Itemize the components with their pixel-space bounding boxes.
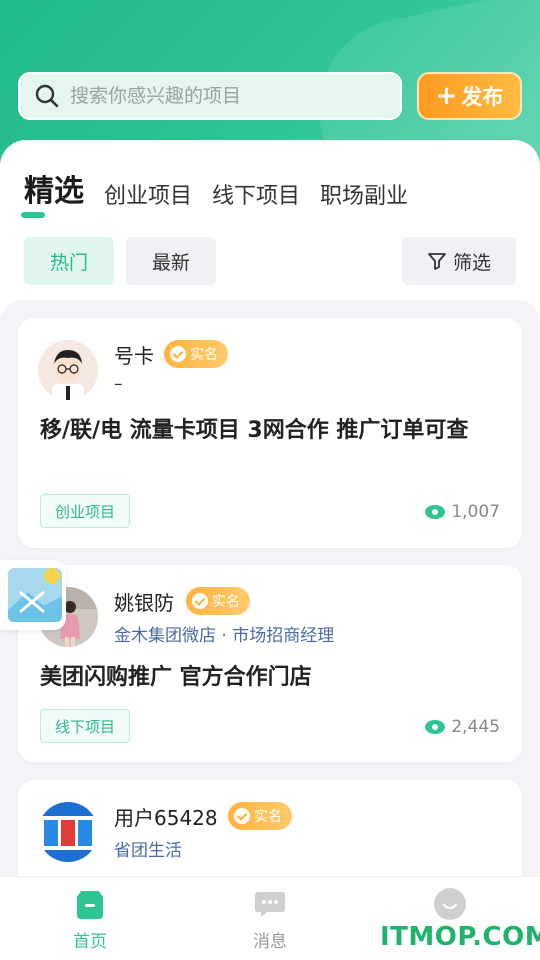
search-icon xyxy=(35,84,59,108)
watermark: ITMOP.COM xyxy=(380,922,540,952)
author-name[interactable]: 用户65428 xyxy=(114,802,218,831)
view-count: 1,007 xyxy=(425,502,500,522)
search-bar[interactable] xyxy=(18,72,402,120)
author-subtitle: 省团生活 xyxy=(114,841,182,861)
home-icon xyxy=(77,891,103,919)
publish-button[interactable]: + 发布 xyxy=(417,72,522,120)
nav-home[interactable]: 首页 xyxy=(30,887,150,952)
latest-filter-chip[interactable]: 最新 xyxy=(126,237,216,285)
eye-icon xyxy=(425,505,446,519)
avatar xyxy=(38,802,98,862)
project-list: 号卡 实名 – 移/联/电 流量卡项目 3网合作 推广订单可查 创业项目 1,0… xyxy=(0,300,540,876)
broken-image-icon xyxy=(8,568,62,622)
verified-icon xyxy=(234,808,250,824)
author-subtitle: 金木集团微店 · 市场招商经理 xyxy=(114,626,335,646)
nav-profile[interactable] xyxy=(390,887,510,927)
tab-side-jobs[interactable]: 职场副业 xyxy=(320,178,408,210)
author-name[interactable]: 姚银防 xyxy=(114,587,174,616)
verified-label: 实名 xyxy=(190,347,218,363)
view-count-value: 1,007 xyxy=(451,502,500,522)
author-subtitle: – xyxy=(114,374,123,394)
project-title[interactable]: 美团闪购推广 官方合作门店 xyxy=(40,661,500,694)
avatar-illustration xyxy=(38,340,98,400)
active-tab-indicator xyxy=(21,212,45,218)
verified-icon xyxy=(192,593,208,609)
project-title[interactable]: 移/联/电 流量卡项目 3网合作 推广订单可查 xyxy=(40,414,500,447)
author-name[interactable]: 号卡 xyxy=(114,340,154,369)
tab-featured[interactable]: 精选 xyxy=(24,166,84,210)
funnel-icon xyxy=(428,253,446,270)
plus-icon: + xyxy=(435,81,458,111)
verified-label: 实名 xyxy=(254,809,282,825)
category-tag: 创业项目 xyxy=(40,494,131,528)
category-tabs: 精选 创业项目 线下项目 职场副业 xyxy=(24,166,428,210)
project-card[interactable]: 姚银防 实名 金木集团微店 · 市场招商经理 美团闪购推广 官方合作门店 线下项… xyxy=(18,565,522,762)
floating-ad-image[interactable] xyxy=(0,560,66,630)
tab-startup-projects[interactable]: 创业项目 xyxy=(104,178,192,210)
project-card[interactable]: 号卡 实名 – 移/联/电 流量卡项目 3网合作 推广订单可查 创业项目 1,0… xyxy=(18,318,522,548)
tab-offline-projects[interactable]: 线下项目 xyxy=(212,178,300,210)
project-card[interactable]: 用户65428 实名 省团生活 xyxy=(18,780,522,876)
filter-button[interactable]: 筛选 xyxy=(402,237,516,285)
avatar-poster xyxy=(38,802,98,862)
nav-messages[interactable]: 消息 xyxy=(210,887,330,952)
hot-filter-chip[interactable]: 热门 xyxy=(24,237,114,285)
chat-icon xyxy=(255,892,285,917)
profile-icon xyxy=(434,888,466,920)
verified-icon xyxy=(170,346,186,362)
avatar xyxy=(38,340,98,400)
search-input[interactable] xyxy=(70,85,390,107)
verified-badge: 实名 xyxy=(164,340,228,368)
nav-home-label: 首页 xyxy=(73,932,107,952)
category-tag: 线下项目 xyxy=(40,709,131,743)
filter-row: 热门 最新 筛选 xyxy=(24,237,516,285)
nav-messages-label: 消息 xyxy=(253,932,287,952)
filter-label: 筛选 xyxy=(452,251,491,274)
publish-label: 发布 xyxy=(461,85,504,109)
view-count: 2,445 xyxy=(425,717,500,737)
eye-icon xyxy=(425,720,446,734)
verified-label: 实名 xyxy=(212,594,240,610)
verified-badge: 实名 xyxy=(228,802,292,830)
view-count-value: 2,445 xyxy=(451,717,500,737)
verified-badge: 实名 xyxy=(186,587,250,615)
